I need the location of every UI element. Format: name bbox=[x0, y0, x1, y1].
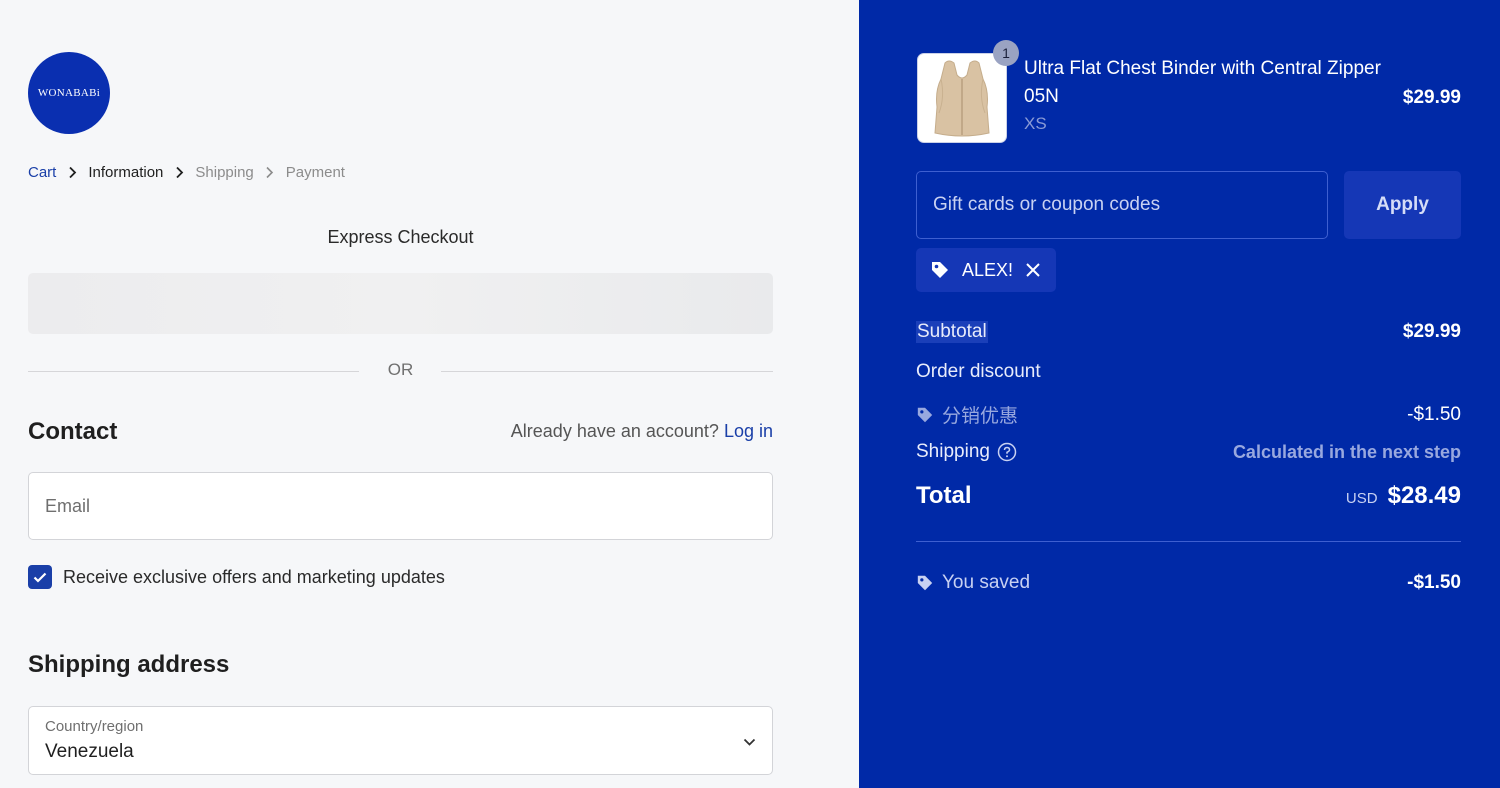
coupon-code-input[interactable] bbox=[917, 172, 1327, 238]
marketing-checkbox-label: Receive exclusive offers and marketing u… bbox=[63, 566, 445, 587]
tag-icon bbox=[932, 262, 948, 278]
or-divider: OR bbox=[28, 360, 773, 382]
tag-icon bbox=[916, 574, 934, 592]
tag-icon bbox=[916, 406, 934, 424]
breadcrumb-payment: Payment bbox=[285, 164, 345, 181]
coupon-code-field[interactable] bbox=[916, 171, 1328, 239]
breadcrumb: Cart Information Shipping Payment bbox=[28, 164, 345, 181]
total-label: Total bbox=[916, 482, 972, 509]
saved-value: -$1.50 bbox=[1407, 572, 1461, 593]
shipping-row: Shipping Calculated in the next step bbox=[916, 441, 1461, 463]
email-field[interactable] bbox=[28, 472, 773, 540]
product-variant: XS bbox=[1024, 114, 1047, 133]
saved-label: You saved bbox=[942, 572, 1031, 593]
subtotal-row: Subtotal $29.99 bbox=[916, 321, 1461, 343]
country-value: Venezuela bbox=[45, 741, 134, 762]
marketing-opt-in[interactable]: Receive exclusive offers and marketing u… bbox=[28, 565, 445, 589]
chevron-right-icon bbox=[56, 166, 88, 179]
order-discount-label: Order discount bbox=[916, 361, 1041, 382]
shipping-label: Shipping bbox=[916, 441, 990, 462]
product-thumbnail bbox=[917, 53, 1007, 143]
shipping-address-heading: Shipping address bbox=[28, 651, 230, 678]
email-input[interactable] bbox=[29, 473, 772, 539]
marketing-checkbox[interactable] bbox=[28, 565, 52, 589]
subtotal-value: $29.99 bbox=[1402, 321, 1461, 342]
login-link[interactable]: Log in bbox=[724, 421, 773, 441]
product-name: Ultra Flat Chest Binder with Central Zip… bbox=[1024, 58, 1381, 107]
store-logo[interactable]: WONABABi bbox=[28, 52, 110, 134]
apply-coupon-button[interactable]: Apply bbox=[1344, 171, 1461, 239]
breadcrumb-shipping: Shipping bbox=[195, 164, 254, 181]
close-icon[interactable] bbox=[1025, 262, 1041, 278]
shipping-value: Calculated in the next step bbox=[1232, 441, 1461, 462]
subtotal-label: Subtotal bbox=[916, 321, 988, 343]
order-summary-panel: 1 Ultra Flat Chest Binder with Central Z… bbox=[859, 0, 1500, 788]
savings-row: You saved -$1.50 bbox=[916, 572, 1461, 594]
chevron-right-icon bbox=[163, 166, 195, 179]
checkout-form-panel: WONABABi Cart Information Shipping Payme… bbox=[0, 0, 859, 788]
country-label: Country/region bbox=[45, 718, 144, 735]
account-prompt: Already have an account? Log in bbox=[511, 421, 773, 442]
discount-name: 分销优惠 bbox=[942, 406, 1019, 427]
summary-divider bbox=[916, 541, 1461, 542]
question-circle-icon[interactable] bbox=[997, 442, 1017, 462]
express-checkout-title: Express Checkout bbox=[327, 227, 474, 247]
or-text: OR bbox=[387, 360, 414, 379]
contact-heading: Contact bbox=[28, 418, 118, 445]
order-discount-row: Order discount bbox=[916, 361, 1461, 383]
discount-detail-row: 分销优惠 -$1.50 bbox=[916, 401, 1461, 428]
discount-value: -$1.50 bbox=[1407, 403, 1461, 425]
logo-text: WONABABi bbox=[37, 87, 101, 99]
breadcrumb-cart[interactable]: Cart bbox=[28, 164, 56, 181]
applied-discount-code: ALEX! bbox=[962, 259, 1014, 280]
total-value: $28.49 bbox=[1387, 482, 1461, 509]
breadcrumb-information: Information bbox=[88, 164, 164, 181]
quantity-badge: 1 bbox=[993, 40, 1019, 66]
express-checkout-buttons-placeholder[interactable] bbox=[28, 273, 773, 334]
product-image bbox=[934, 60, 990, 137]
check-icon bbox=[33, 572, 47, 583]
product-price: $29.99 bbox=[1402, 87, 1461, 108]
country-select[interactable]: Country/region Venezuela bbox=[28, 706, 773, 775]
currency-code: USD bbox=[1345, 490, 1378, 507]
account-prompt-text: Already have an account? bbox=[510, 421, 719, 441]
total-row: Total USD $28.49 bbox=[916, 482, 1461, 510]
applied-discount-chip: ALEX! bbox=[916, 248, 1056, 292]
chevron-down-icon bbox=[743, 734, 756, 752]
chevron-right-icon bbox=[254, 166, 286, 179]
